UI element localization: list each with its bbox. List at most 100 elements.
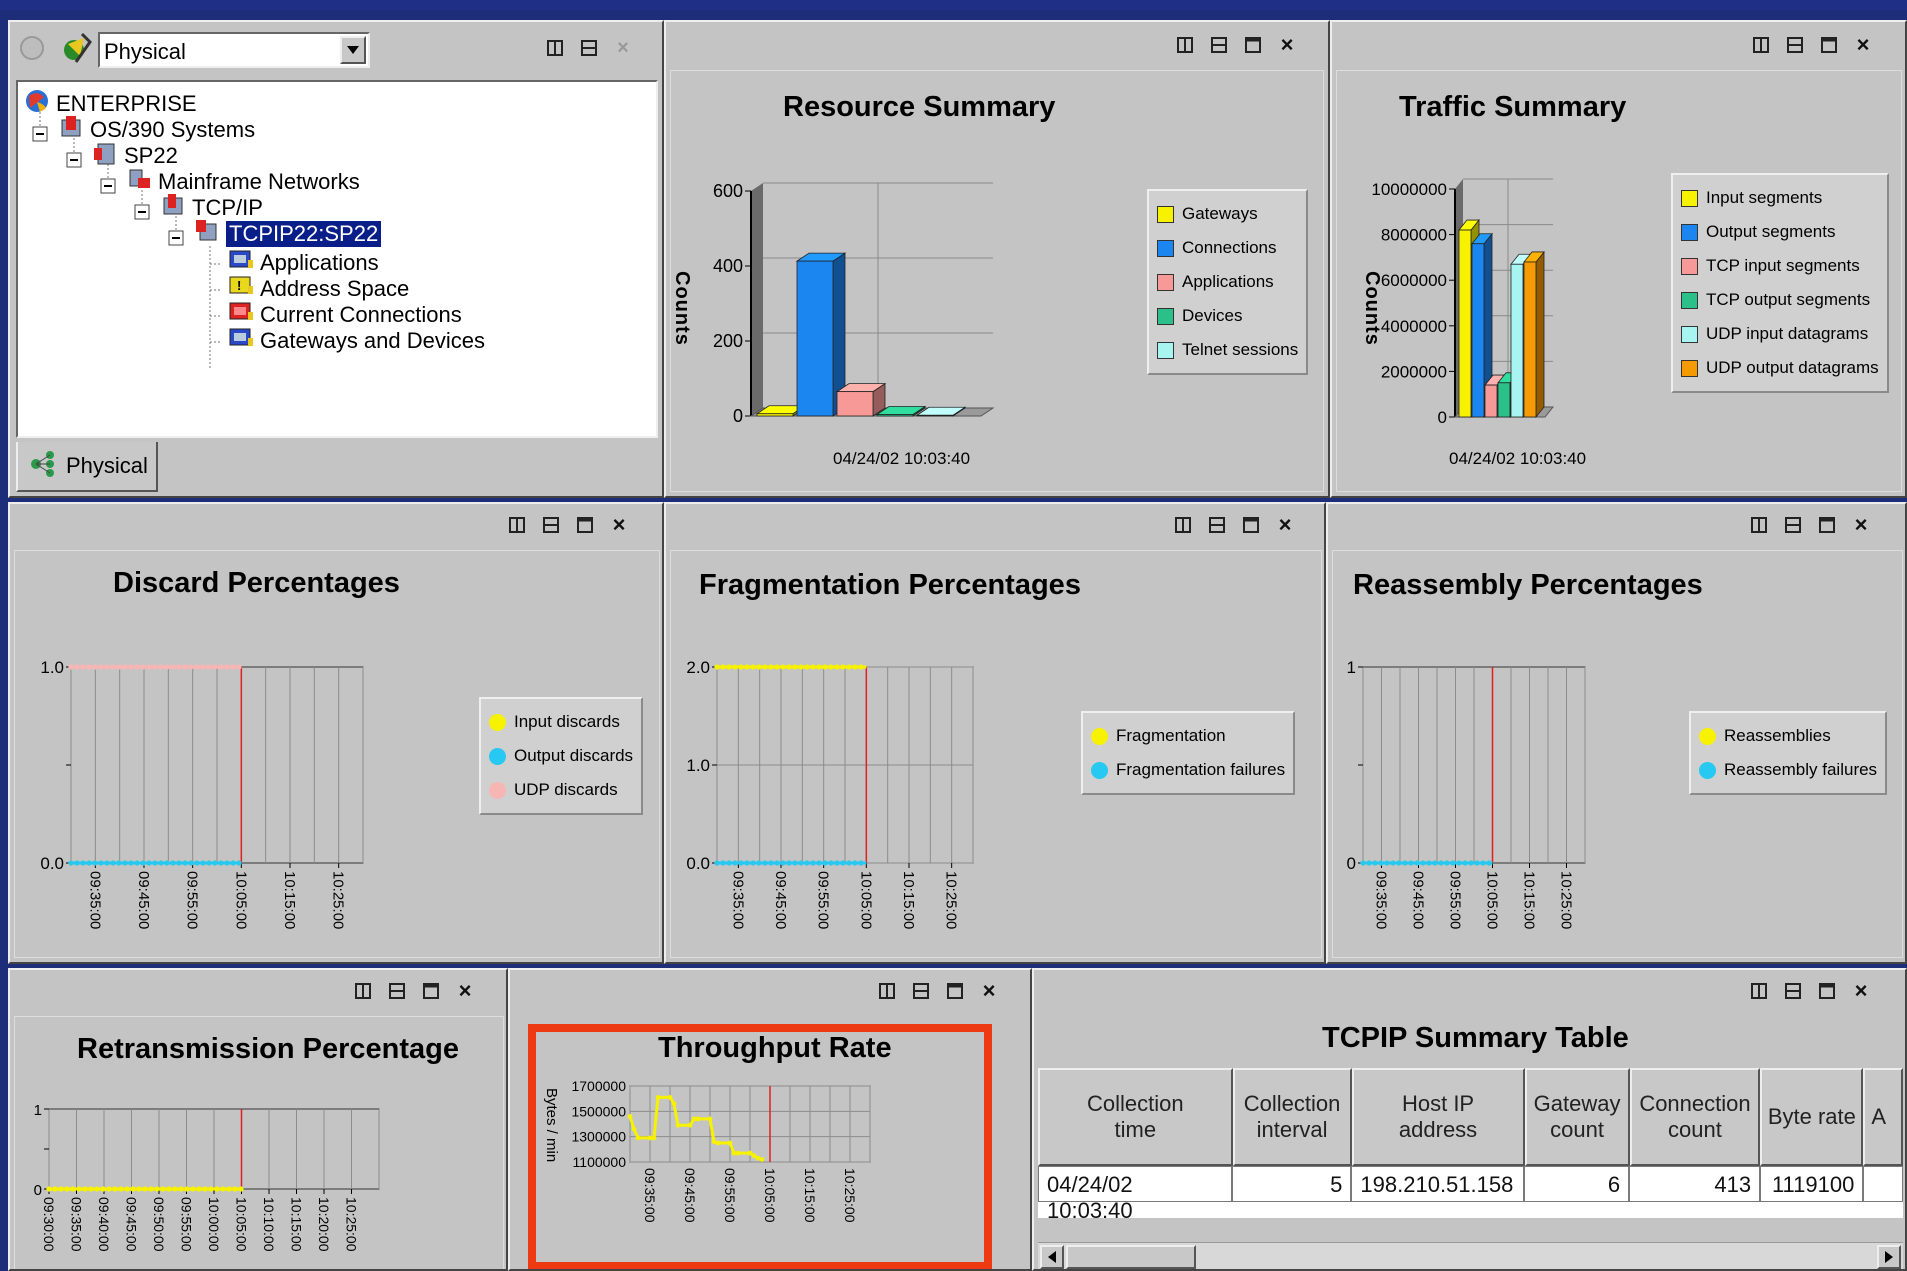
data-point xyxy=(230,860,236,866)
horizontal-scrollbar[interactable] xyxy=(1038,1242,1903,1269)
split-horizontal-icon[interactable] xyxy=(386,980,408,1002)
back-icon[interactable] xyxy=(20,36,44,60)
close-icon[interactable]: × xyxy=(612,37,634,59)
resource-summary-ylabel: Counts xyxy=(671,271,693,346)
split-vertical-icon[interactable] xyxy=(1172,514,1194,536)
close-icon[interactable]: × xyxy=(454,978,476,1003)
data-point xyxy=(182,860,188,866)
x-tick-label: 10:05:00 xyxy=(234,1197,250,1252)
table-cell: 04/24/02 10:03:40 xyxy=(1038,1166,1233,1218)
maximize-icon[interactable] xyxy=(1242,34,1264,56)
split-vertical-icon[interactable] xyxy=(1748,514,1770,536)
data-point xyxy=(160,1186,166,1192)
column-header[interactable]: Collection time xyxy=(1038,1068,1233,1166)
x-tick-label: 09:55:00 xyxy=(722,1168,738,1223)
split-vertical-icon[interactable] xyxy=(544,37,566,59)
data-point xyxy=(238,1186,244,1192)
column-header[interactable]: Host IP address xyxy=(1351,1068,1525,1166)
split-vertical-icon[interactable] xyxy=(1174,34,1196,56)
maximize-icon[interactable] xyxy=(1816,514,1838,536)
maximize-icon[interactable] xyxy=(420,980,442,1002)
tree-item-tcpip22-sp22[interactable]: TCPIP22:SP22 xyxy=(194,218,383,250)
split-horizontal-icon[interactable] xyxy=(1784,34,1806,56)
split-horizontal-icon[interactable] xyxy=(1782,514,1804,536)
split-vertical-icon[interactable] xyxy=(352,980,374,1002)
data-point xyxy=(80,664,86,670)
x-tick-label: 10:25:00 xyxy=(842,1168,858,1223)
scroll-right-icon[interactable] xyxy=(1877,1245,1901,1269)
legend-swatch xyxy=(1681,359,1698,377)
column-header[interactable]: A xyxy=(1863,1068,1903,1166)
summary-table: Collection time Collection interval Host… xyxy=(1038,1068,1903,1218)
data-point xyxy=(714,664,720,670)
split-horizontal-icon[interactable] xyxy=(1782,980,1804,1002)
close-icon[interactable]: × xyxy=(1850,512,1872,537)
x-tick-label: 10:05:00 xyxy=(1484,871,1501,929)
navigator-settings-icon[interactable] xyxy=(62,32,92,69)
close-icon[interactable]: × xyxy=(1850,978,1872,1003)
column-header[interactable]: Connection count xyxy=(1629,1068,1761,1166)
legend-swatch xyxy=(1681,325,1698,343)
data-point xyxy=(738,860,744,866)
bar xyxy=(1523,261,1537,418)
data-point xyxy=(858,860,864,866)
data-point xyxy=(651,1135,657,1141)
tree-item-gateways-devices[interactable]: Gateways and Devices xyxy=(228,326,485,356)
close-icon[interactable]: × xyxy=(608,512,630,537)
chevron-down-icon[interactable] xyxy=(340,36,366,64)
data-point xyxy=(230,664,236,670)
data-point xyxy=(122,664,128,670)
split-vertical-icon[interactable] xyxy=(876,980,898,1002)
close-icon[interactable]: × xyxy=(1274,512,1296,537)
split-vertical-icon[interactable] xyxy=(1750,34,1772,56)
data-point xyxy=(128,860,134,866)
legend-item: Telnet sessions xyxy=(1157,333,1298,367)
x-tick-label: 10:05:00 xyxy=(857,871,874,929)
column-header[interactable]: Collection interval xyxy=(1232,1068,1352,1166)
data-point xyxy=(164,664,170,670)
split-vertical-icon[interactable] xyxy=(1748,980,1770,1002)
data-point xyxy=(780,860,786,866)
split-vertical-icon[interactable] xyxy=(506,514,528,536)
data-point xyxy=(152,860,158,866)
data-point xyxy=(92,664,98,670)
close-icon[interactable]: × xyxy=(978,978,1000,1003)
fragmentation-chart-area: Fragmentation Percentages 0.0 1.0 2.0 09:35… xyxy=(670,550,1322,958)
column-header[interactable]: Gateway count xyxy=(1524,1068,1630,1166)
maximize-icon[interactable] xyxy=(574,514,596,536)
data-point xyxy=(236,664,242,670)
maximize-icon[interactable] xyxy=(1818,34,1840,56)
maximize-icon[interactable] xyxy=(1816,980,1838,1002)
data-point xyxy=(1474,860,1480,866)
x-tick-label: 10:05:00 xyxy=(762,1168,778,1223)
resource-summary-chart-area: Resource Summary 0 200 400 600 Counts 04/24… xyxy=(670,70,1324,492)
split-horizontal-icon[interactable] xyxy=(578,37,600,59)
data-point xyxy=(759,1157,765,1162)
data-point xyxy=(104,664,110,670)
legend-item: UDP input datagrams xyxy=(1681,317,1879,351)
split-horizontal-icon[interactable] xyxy=(540,514,562,536)
workspace-icon xyxy=(228,326,254,356)
scroll-thumb[interactable] xyxy=(1066,1245,1196,1269)
maximize-icon[interactable] xyxy=(1240,514,1262,536)
maximize-icon[interactable] xyxy=(944,980,966,1002)
data-point xyxy=(136,1186,142,1192)
view-select[interactable]: Physical xyxy=(98,32,370,68)
discard-title: Discard Percentages xyxy=(113,567,400,599)
split-horizontal-icon[interactable] xyxy=(910,980,932,1002)
split-horizontal-icon[interactable] xyxy=(1206,514,1228,536)
data-point xyxy=(212,664,218,670)
scroll-left-icon[interactable] xyxy=(1040,1245,1064,1269)
close-icon[interactable]: × xyxy=(1852,32,1874,57)
split-horizontal-icon[interactable] xyxy=(1208,34,1230,56)
data-point xyxy=(98,664,104,670)
bar xyxy=(1484,384,1498,418)
column-header[interactable]: Byte rate xyxy=(1760,1068,1864,1166)
data-point xyxy=(194,664,200,670)
bar xyxy=(1497,382,1511,418)
table-row[interactable]: 04/24/02 10:03:40 5 198.210.51.158 6 413… xyxy=(1038,1166,1903,1218)
x-tick-label: 09:50:00 xyxy=(151,1197,167,1252)
reassembly-title: Reassembly Percentages xyxy=(1353,569,1703,601)
close-icon[interactable]: × xyxy=(1276,32,1298,57)
tab-physical[interactable]: Physical xyxy=(16,442,158,492)
